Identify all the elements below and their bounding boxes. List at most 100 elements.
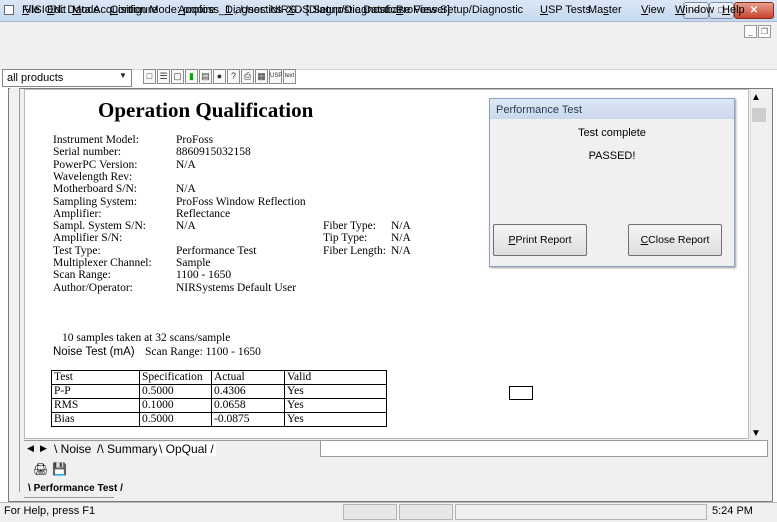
menu-item-accel: U	[540, 4, 548, 16]
menu-item-11[interactable]: Window	[675, 4, 714, 16]
mdi-restore-button[interactable]: ❐	[758, 25, 771, 38]
tab-scroll-left-icon[interactable]: ◀	[27, 443, 34, 454]
field-value: N/A	[391, 220, 411, 233]
menu-item-12[interactable]: Help	[722, 4, 745, 16]
menu-item-label: elp	[729, 4, 745, 16]
green-icon[interactable]: ▮	[185, 69, 198, 84]
menu-item-accel: C	[110, 4, 118, 16]
horizontal-scrollbar[interactable]	[320, 440, 768, 457]
open-icon[interactable]: ☰	[157, 69, 170, 84]
field-label: Amplifier:	[53, 207, 102, 220]
menu-item-7[interactable]: ProFoss Setup/Diagnostic	[396, 4, 523, 16]
dialog-result-line: PASSED!	[588, 150, 636, 162]
field-label: Author/Operator:	[53, 281, 133, 294]
chevron-down-icon[interactable]: ▼	[119, 71, 127, 80]
print-report-button[interactable]: PPrint Report	[493, 224, 587, 256]
field-label: Multiplexer Channel:	[53, 257, 152, 269]
tab-noise-label: Noise	[60, 442, 92, 456]
field-label: Sampling System:	[53, 195, 138, 208]
menu-item-label: iew	[648, 4, 665, 16]
save-icon[interactable]: 💾	[52, 462, 67, 476]
text-icon[interactable]: text	[283, 69, 296, 84]
menu-item-6[interactable]: XDS Setup/Diagnostics	[287, 4, 401, 16]
menu-item-label: DS Setup/Diagnostics	[294, 4, 402, 16]
field-label: Serial number:	[53, 146, 122, 159]
tab-performance-test-label: Performance Test	[33, 483, 118, 494]
print-report-label: Print Report	[515, 234, 572, 246]
field-value: N/A	[391, 244, 411, 257]
table-header-cell: Actual	[211, 370, 285, 385]
table-header-row: Test Specification Actual Valid	[51, 370, 387, 385]
field-value: Reflectance	[176, 207, 231, 220]
field-value: Performance Test	[176, 244, 257, 257]
menu-item-accel: W	[675, 4, 686, 16]
table-cell: Yes	[284, 384, 387, 399]
tab-opqual[interactable]: \ OpQual /	[157, 442, 216, 456]
table-cell: Yes	[284, 412, 387, 427]
menu-item-label: iagnostics	[232, 4, 282, 16]
menu-item-pre: Ma	[588, 4, 604, 16]
table-cell: Bias	[51, 412, 140, 427]
tab-noise[interactable]: \ Noise	[54, 442, 91, 456]
field-label: Scan Range:	[53, 269, 111, 282]
save-icon[interactable]: ▤	[199, 69, 212, 84]
vertical-scrollbar[interactable]	[750, 89, 768, 439]
new-doc-icon[interactable]: □	[143, 69, 156, 84]
status-help-text: For Help, press F1	[4, 505, 96, 517]
left-splitter[interactable]	[10, 88, 20, 492]
menu-item-8[interactable]: USP Tests	[540, 4, 591, 16]
help-pointer-icon[interactable]: ?	[227, 69, 240, 84]
field-value: 1100 - 1650	[176, 269, 232, 282]
print-icon[interactable]: 🖨	[33, 462, 48, 476]
noise-test-label: Noise Test (mA)	[53, 346, 135, 358]
field-value: N/A	[176, 183, 196, 196]
menu-item-0[interactable]: File	[22, 4, 40, 16]
samples-line: 10 samples taken at 32 scans/sample	[62, 332, 231, 344]
toolbar	[0, 42, 777, 70]
table-cell: RMS	[51, 398, 140, 413]
usp-icon[interactable]: USP	[269, 69, 282, 84]
menu-item-accel: F	[22, 4, 29, 16]
tab-performance-test[interactable]: \ Performance Test /	[28, 483, 123, 494]
status-clock: 5:24 PM	[712, 505, 753, 517]
menu-item-1[interactable]: Edit	[47, 4, 66, 16]
scroll-up-icon[interactable]: ▲	[751, 92, 761, 103]
field-value: 8860915032158	[176, 146, 251, 159]
table-cell: 0.1000	[139, 398, 212, 413]
table-row: P-P 0.5000 0.4306 Yes	[51, 384, 387, 399]
table-header-cell: Test	[51, 370, 140, 385]
menu-item-accel: H	[722, 4, 730, 16]
document-icon[interactable]	[4, 5, 14, 15]
field-value: ProFoss Window Reflection	[176, 195, 306, 208]
product-select[interactable]: all products	[2, 69, 132, 87]
dialog-title: Performance Test	[496, 104, 583, 116]
menu-item-9[interactable]: Master	[588, 4, 622, 16]
menu-item-3[interactable]: Configure	[110, 4, 158, 16]
menu-item-accel: M	[72, 4, 82, 16]
menu-item-2[interactable]: Mode	[72, 4, 100, 16]
noise-scan-range: Scan Range: 1100 - 1650	[145, 346, 261, 358]
field-value: NIRSystems Default User	[176, 281, 297, 294]
info-icon[interactable]: ●	[213, 69, 226, 84]
tab-summary[interactable]: /\ Summary	[97, 442, 158, 456]
mdi-minimize-button[interactable]: _	[744, 25, 757, 38]
close-report-label: Close Report	[648, 234, 710, 246]
table-cell: 0.4306	[211, 384, 285, 399]
preview-icon[interactable]: ▦	[255, 69, 268, 84]
print-icon[interactable]: ⎙	[241, 69, 254, 84]
menu-item-10[interactable]: View	[641, 4, 665, 16]
scroll-thumb[interactable]	[752, 108, 766, 122]
menu-item-5[interactable]: Diagnostics	[225, 4, 282, 16]
tab-scroll-right-icon[interactable]: ▶	[40, 443, 47, 454]
menu-item-label: indow	[685, 4, 715, 16]
copy-icon[interactable]: ▢	[171, 69, 184, 84]
tab-opqual-label: OpQual	[165, 442, 208, 456]
menu-item-4[interactable]: Acquire	[178, 4, 215, 16]
field-value: N/A	[176, 220, 196, 233]
close-report-button[interactable]: CClose Report	[628, 224, 722, 256]
menu-item-label: cquire	[185, 4, 216, 16]
field-label: Test Type:	[53, 244, 101, 257]
table-cell: -0.0875	[211, 412, 285, 427]
menu-item-accel: D	[225, 4, 233, 16]
scroll-down-icon[interactable]: ▼	[751, 428, 761, 439]
